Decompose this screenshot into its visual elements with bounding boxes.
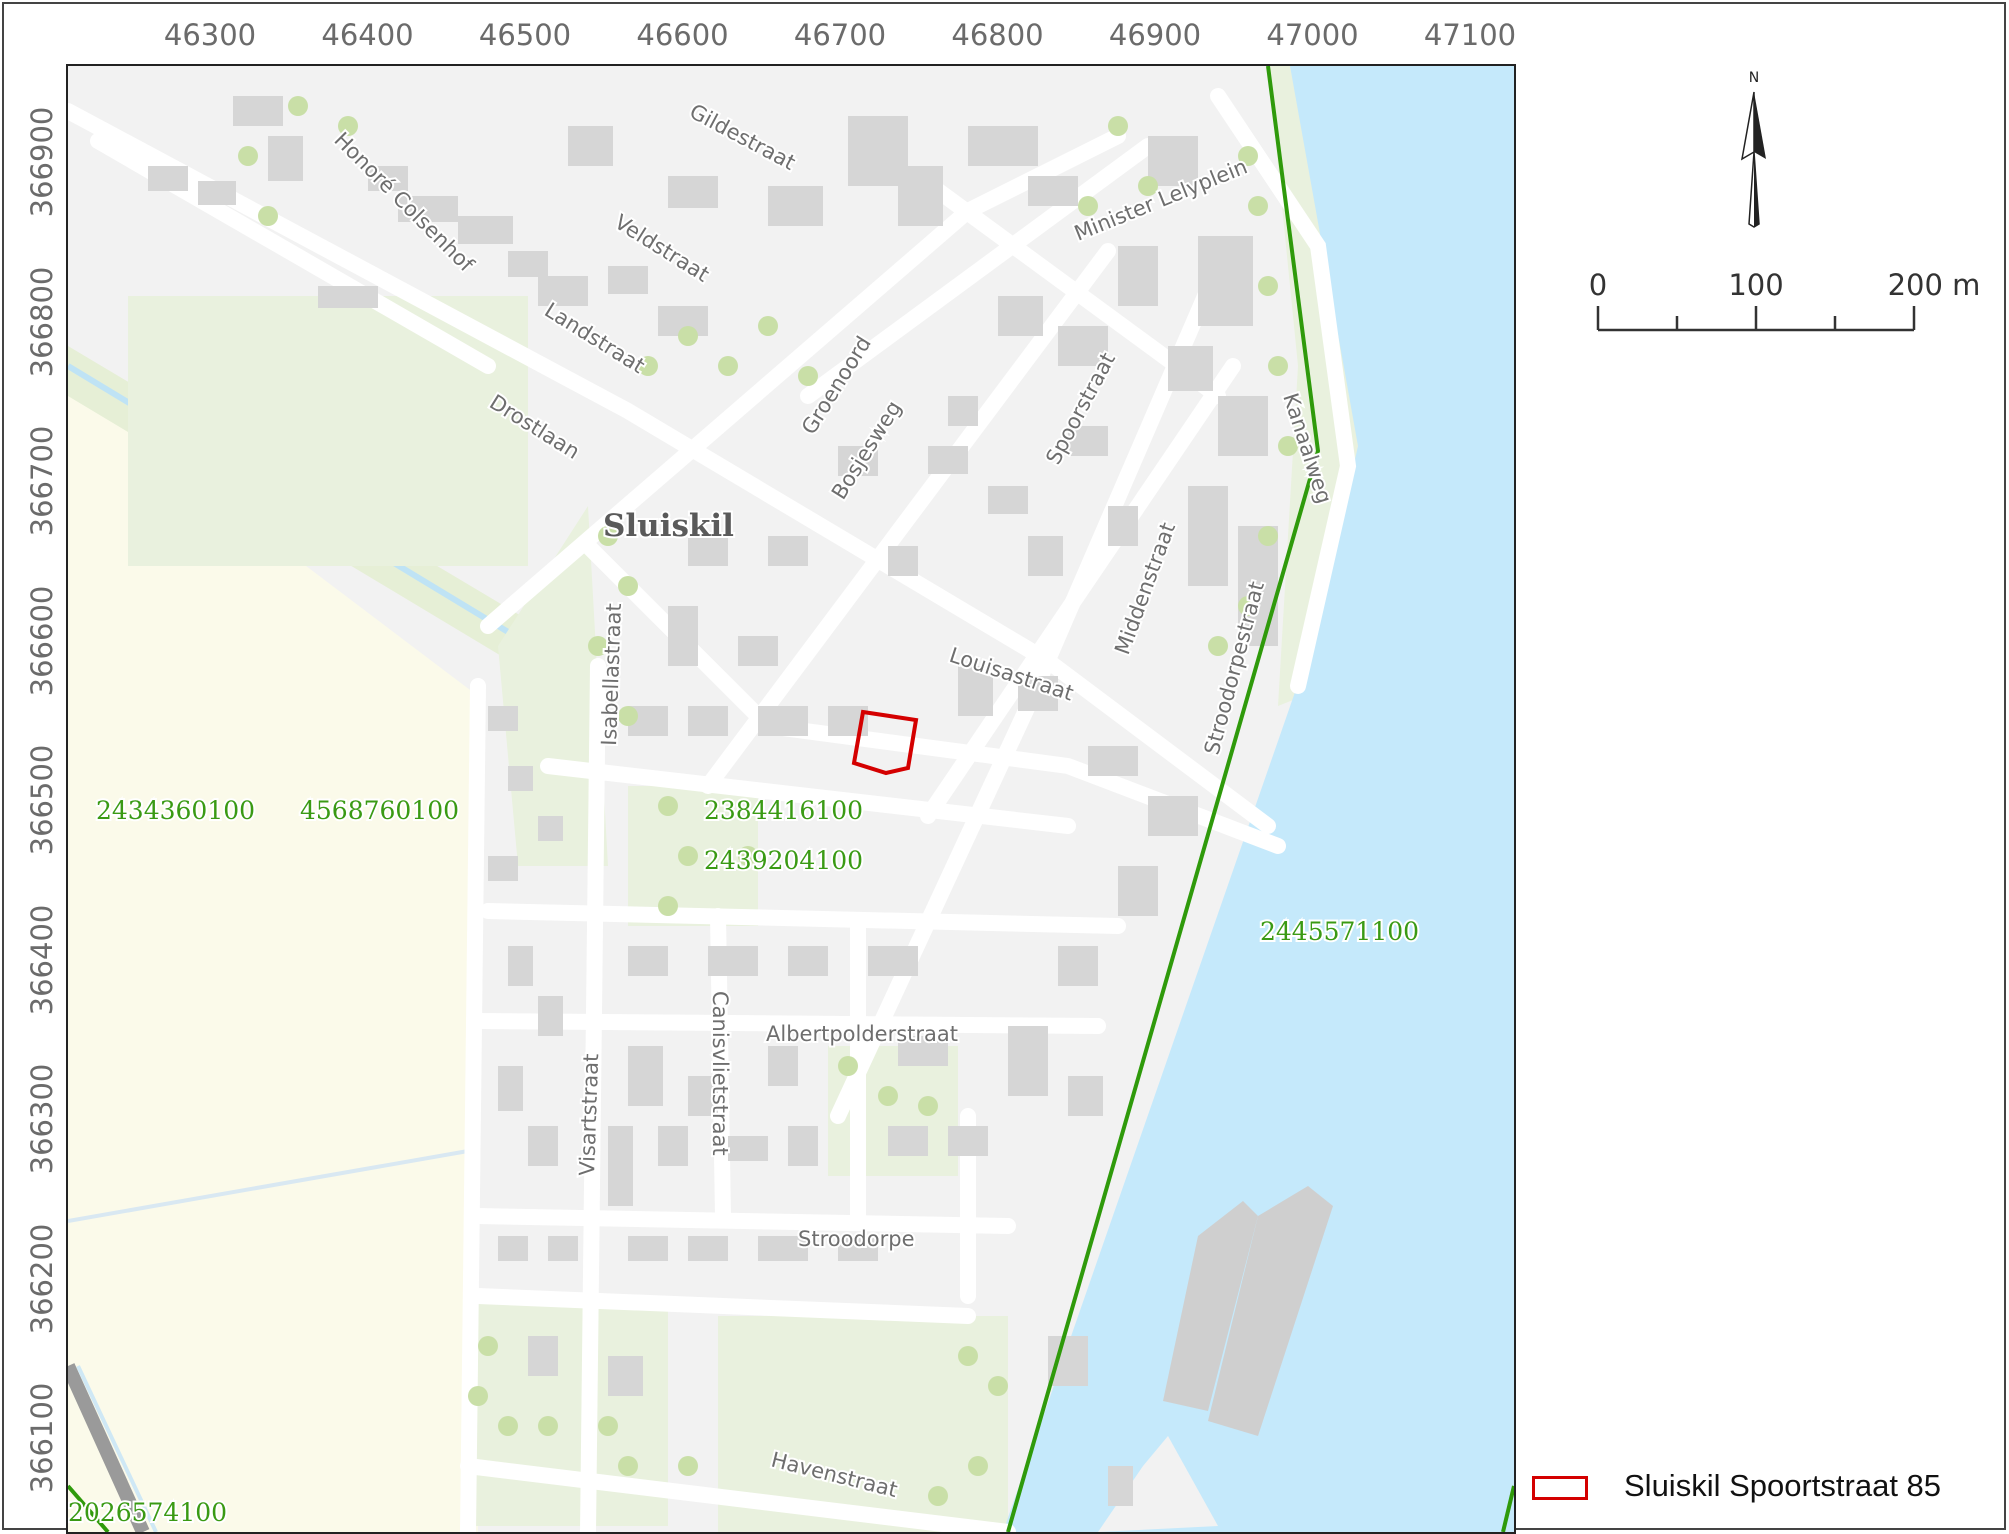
y-axis-tick-label: 366100 [25, 1382, 59, 1494]
parcel-label: 4568760100 [300, 796, 459, 825]
x-axis-tick-label: 46900 [1108, 18, 1202, 52]
y-axis-tick-label: 366500 [25, 744, 59, 856]
place-label: Sluiskil [603, 508, 734, 544]
street-label: Albertpolderstraat [766, 1022, 958, 1046]
parcel-label: 2439204100 [704, 846, 863, 875]
street-label: Visartstraat [575, 1053, 603, 1176]
map-frame: 46300 46400 46500 46600 46700 46800 46900 47000… [2, 2, 2006, 1534]
park [128, 296, 528, 566]
x-axis-tick-label: 46500 [478, 18, 572, 52]
street-label: Stroodorpe [798, 1227, 915, 1251]
scale-bar: 0 100 200 m [1564, 254, 1984, 354]
y-axis-tick-label: 366200 [25, 1223, 59, 1334]
map-area[interactable]: Sluiskil Gildestraat Honoré Colsenhof Ve… [66, 64, 1516, 1534]
parcel-label: 2384416100 [704, 796, 863, 825]
y-axis-tick-label: 366600 [25, 585, 59, 696]
y-axis-tick-label: 366900 [25, 106, 59, 218]
x-axis-tick-label: 47000 [1266, 18, 1359, 52]
street-label: Canisvlietstraat [708, 991, 732, 1156]
y-axis-tick-label: 366700 [25, 425, 59, 537]
x-axis-tick-label: 46700 [793, 18, 887, 52]
legend-swatch [1532, 1476, 1588, 1500]
parcel-label: 2026574100 [68, 1498, 227, 1527]
legend-label: Sluiskil Spoortstraat 85 [1624, 1468, 1942, 1503]
north-label: N [1749, 70, 1759, 86]
y-axis-tick-label: 366300 [25, 1063, 59, 1175]
x-axis-tick-label: 46400 [321, 18, 414, 52]
north-arrow-icon: N [1740, 70, 1766, 228]
parcel-label: 2434360100 [96, 796, 255, 825]
y-axis-tick-label: 366400 [25, 904, 59, 1015]
x-axis-tick-label: 46300 [163, 18, 257, 52]
parcel-label: 2445571100 [1260, 917, 1419, 946]
street-label: Isabellastraat [597, 603, 626, 746]
x-axis-tick-label: 47100 [1423, 18, 1517, 52]
y-axis-tick-label: 366800 [25, 266, 59, 377]
x-axis-tick-label: 46800 [951, 18, 1044, 52]
legend: Sluiskil Spoortstraat 85 [1524, 1464, 1994, 1514]
x-axis-tick-label: 46600 [636, 18, 729, 52]
